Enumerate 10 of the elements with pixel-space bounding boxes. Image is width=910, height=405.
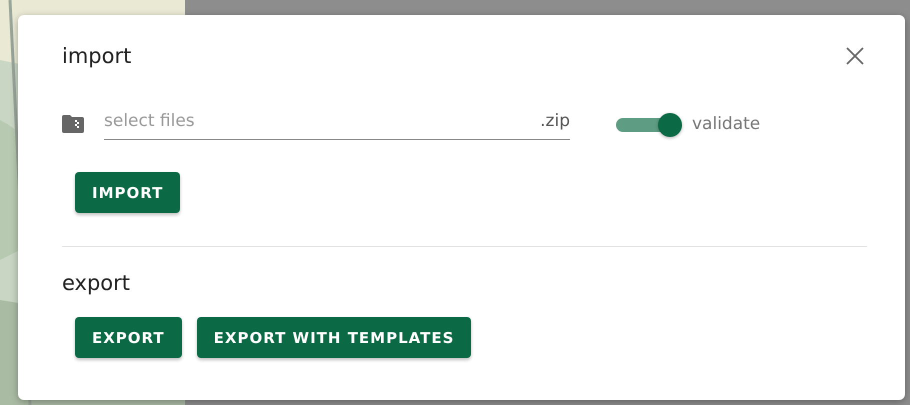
switch-label: validate <box>692 114 760 134</box>
export-button[interactable]: EXPORT <box>75 317 182 358</box>
folder-zip-icon <box>62 114 84 132</box>
dialog-title: import <box>62 44 132 68</box>
export-button[interactable]: EXPORT WITH TEMPLATES <box>196 317 472 358</box>
validate-switch[interactable] <box>616 112 682 134</box>
section-title: export <box>62 271 132 295</box>
import-button[interactable]: IMPORT <box>75 172 180 213</box>
close-icon <box>845 46 865 66</box>
file-suffix: .zip <box>540 107 570 140</box>
